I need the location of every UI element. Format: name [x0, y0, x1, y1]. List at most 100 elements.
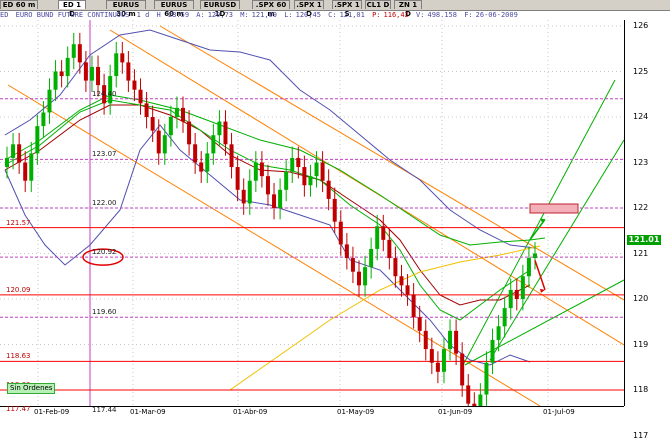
candle-body	[138, 89, 143, 104]
tab-eurus-30m[interactable]: EURUS 30 m	[106, 0, 146, 18]
candle-body	[193, 144, 198, 163]
candle-body	[423, 330, 428, 350]
last-price-tag: 121.01	[627, 235, 661, 245]
info-f-label: F:	[464, 11, 473, 19]
candle-body	[162, 135, 167, 154]
price-tick-label: 124	[633, 112, 649, 121]
up-channel-line	[462, 79, 616, 366]
tab-ed-1d[interactable]: ED 1 D	[58, 0, 86, 18]
candle-body	[320, 162, 325, 181]
candle-body	[448, 330, 453, 350]
up-channel-line	[489, 139, 624, 361]
quote-info-bar: ED EURO BUND FUTURE CONTINUOUS 1 d H 23:…	[0, 11, 624, 20]
tab-eurus-60m[interactable]: EURUS 60 m	[154, 0, 194, 18]
price-tick-label: 120	[633, 294, 649, 303]
date-tick-label: 01-Jun-09	[438, 408, 473, 416]
info-a-label: A:	[196, 11, 205, 19]
candle-body	[96, 66, 101, 86]
candle-body	[387, 239, 392, 259]
candle-body	[357, 271, 361, 286]
candle-body	[47, 89, 52, 113]
candle-body	[514, 289, 519, 299]
date-tick-label: 01-Jul-09	[543, 408, 575, 416]
info-f-value: 26-06-2009	[475, 11, 518, 19]
candle-body	[405, 285, 410, 295]
symbol-tab-bar: ED 60 m ED 1 D EURUS 30 m EURUS 60 m EUR…	[0, 0, 670, 18]
candle-body	[435, 362, 440, 372]
candle-body	[120, 53, 125, 63]
candle-body	[229, 144, 234, 168]
level-label: 119.60	[92, 308, 117, 317]
price-tick-label: 123	[633, 157, 649, 167]
candle-body	[156, 130, 161, 154]
info-a-value: 120,73	[207, 11, 234, 19]
candle-body	[296, 157, 301, 168]
candle-body	[205, 153, 210, 172]
candle-body	[302, 167, 307, 186]
candle-body	[211, 135, 216, 154]
candle-body	[223, 121, 228, 145]
info-l-value: 120,45	[295, 11, 321, 19]
bearish-arrow	[534, 260, 546, 291]
candle-body	[533, 253, 537, 259]
candle-body	[502, 308, 507, 327]
info-m-label: M:	[240, 11, 249, 19]
price-tick-label: 117	[633, 430, 649, 440]
price-chart[interactable]	[0, 20, 624, 406]
candle-body	[454, 330, 459, 354]
candle-body	[181, 107, 185, 122]
candle-body	[381, 226, 386, 240]
price-tick-label: 126	[633, 21, 649, 30]
candle-body	[278, 189, 283, 208]
candle-body	[520, 276, 525, 299]
info-l-label: L:	[284, 11, 293, 19]
tab-zn-1d[interactable]: ZN 1 D	[394, 0, 422, 18]
candle-body	[126, 62, 131, 81]
price-tick-label: 121	[633, 248, 649, 258]
info-description: EURO BUND FUTURE CONTINUOUS	[15, 11, 130, 19]
candle-body	[11, 144, 16, 158]
target-zone	[529, 203, 579, 214]
chart-window: ED 60 m ED 1 D EURUS 30 m EURUS 60 m EUR…	[0, 0, 670, 440]
candle-body	[441, 349, 446, 372]
tab-cl1-d[interactable]: CL1 D	[365, 0, 391, 9]
candle-body	[369, 248, 374, 268]
candle-body	[393, 258, 398, 277]
info-p-value: 116,42	[383, 11, 409, 19]
moving-averages	[4, 94, 546, 391]
tab-spx-1d[interactable]: .SPX 1 D	[294, 0, 324, 18]
moving-average-short	[4, 99, 531, 321]
candle-body	[326, 180, 331, 199]
no-orders-badge[interactable]: Sin Ordenes	[7, 383, 56, 394]
tab-ed-60m[interactable]: ED 60 m	[0, 0, 38, 9]
price-axis[interactable]: 126 125 124 123 122 121 120 119 118 117	[624, 20, 670, 440]
candle-body	[466, 385, 471, 404]
candle-body	[460, 353, 465, 386]
price-tick-label: 118	[633, 385, 649, 394]
level-label: 118.63	[6, 352, 31, 361]
info-c-value: 121,01	[339, 11, 365, 19]
candle-body	[363, 267, 368, 286]
date-tick-label: 01-Abr-09	[233, 408, 268, 416]
candle-body	[65, 57, 70, 77]
tab-spx-60m[interactable]: .SPX 60 m	[252, 0, 290, 18]
candle-body	[217, 121, 222, 136]
candle-body	[83, 62, 88, 81]
date-tick-label: 01-Mar-09	[130, 408, 166, 416]
candle-body	[265, 176, 270, 195]
candle-body	[259, 162, 264, 177]
tab-spx-1s[interactable]: .SPX 1 S	[332, 0, 362, 18]
candle-body	[150, 117, 155, 131]
price-tick-label: 122	[633, 203, 649, 212]
tab-eurusd-1d[interactable]: EURUSD 1D	[200, 0, 240, 18]
candle-body	[17, 144, 22, 163]
info-h-label: H	[156, 11, 161, 19]
level-label: 123.07	[92, 150, 117, 159]
candle-body	[59, 71, 64, 77]
candle-body	[5, 157, 9, 168]
candle-body	[132, 80, 137, 90]
candle-body	[77, 44, 82, 63]
candle-body	[41, 112, 46, 127]
candle-body	[308, 176, 313, 186]
candle-body	[199, 162, 204, 172]
